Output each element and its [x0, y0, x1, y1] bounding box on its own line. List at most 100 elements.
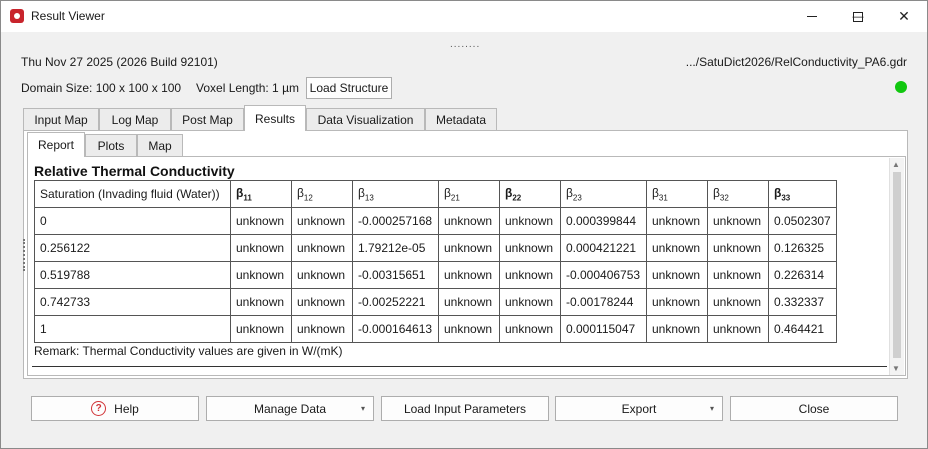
table-row: 1 unknown unknown -0.000164613 unknown u…	[34, 315, 837, 343]
table-cell: unknown	[646, 288, 708, 316]
subtab-map[interactable]: Map	[137, 134, 183, 156]
table-cell: unknown	[646, 315, 708, 343]
table-row: 0.519788 unknown unknown -0.00315651 unk…	[34, 261, 837, 289]
voxel-length-label: Voxel Length: 1 µm	[196, 81, 299, 95]
table-cell: unknown	[291, 261, 353, 289]
tab-results[interactable]: Results	[244, 105, 306, 131]
tab-log-map[interactable]: Log Map	[99, 108, 171, 130]
table-cell: unknown	[438, 261, 500, 289]
table-cell: -0.00178244	[560, 288, 647, 316]
table-cell: unknown	[646, 234, 708, 262]
conductivity-table: Saturation (Invading fluid (Water)) β11 …	[34, 180, 837, 343]
table-cell: unknown	[230, 234, 292, 262]
table-cell: 1	[34, 315, 231, 343]
table-cell: unknown	[499, 288, 561, 316]
table-cell: 0.226314	[768, 261, 837, 289]
export-label: Export	[621, 401, 657, 416]
minimize-button-2[interactable]	[789, 1, 835, 32]
table-cell: unknown	[499, 207, 561, 235]
close-button[interactable]: Close	[730, 396, 898, 421]
column-header: β22	[499, 180, 561, 208]
domain-size-label: Domain Size: 100 x 100 x 100	[21, 81, 182, 95]
load-structure-button[interactable]: Load Structure	[306, 77, 392, 99]
table-cell: unknown	[499, 315, 561, 343]
maximize-icon	[853, 11, 863, 22]
table-cell: -0.00315651	[352, 261, 439, 289]
date-build-label: Thu Nov 27 2025 (2026 Build 92101)	[21, 55, 218, 69]
column-header: β33	[768, 180, 837, 208]
column-header: β21	[438, 180, 500, 208]
report-title: Relative Thermal Conductivity	[34, 163, 235, 179]
table-cell: 0.000115047	[560, 315, 647, 343]
splitter-grip[interactable]: ........	[450, 39, 480, 50]
table-cell: 0.464421	[768, 315, 837, 343]
table-header-row: Saturation (Invading fluid (Water)) β11 …	[34, 180, 837, 208]
divider	[32, 366, 887, 367]
table-cell: unknown	[438, 315, 500, 343]
table-cell: unknown	[230, 261, 292, 289]
tab-input-map[interactable]: Input Map	[23, 108, 99, 130]
scrollbar-thumb[interactable]	[893, 172, 901, 358]
load-input-parameters-button[interactable]: Load Input Parameters	[381, 396, 549, 421]
scroll-up-icon[interactable]: ▲	[892, 160, 900, 169]
table-cell: 0.519788	[34, 261, 231, 289]
tab-data-visualization[interactable]: Data Visualization	[306, 108, 425, 130]
column-header: β32	[707, 180, 769, 208]
subtab-plots[interactable]: Plots	[85, 134, 137, 156]
table-cell: unknown	[230, 207, 292, 235]
manage-data-label: Manage Data	[253, 401, 327, 416]
close-window-button[interactable]: ✕	[881, 1, 927, 32]
table-cell: unknown	[707, 288, 769, 316]
column-header: Saturation (Invading fluid (Water))	[34, 180, 231, 208]
window-title: Result Viewer	[31, 9, 105, 23]
table-cell: 0.256122	[34, 234, 231, 262]
table-cell: unknown	[438, 207, 500, 235]
help-button[interactable]: ? Help	[31, 396, 199, 421]
table-cell: unknown	[499, 261, 561, 289]
units-remark: Remark: Thermal Conductivity values are …	[34, 344, 343, 358]
table-row: 0 unknown unknown -0.000257168 unknown u…	[34, 207, 837, 235]
table-cell: 0.332337	[768, 288, 837, 316]
status-indicator	[895, 81, 907, 93]
table-cell: unknown	[438, 288, 500, 316]
chevron-down-icon: ▾	[709, 404, 714, 413]
table-cell: unknown	[291, 315, 353, 343]
table-cell: -0.000164613	[352, 315, 439, 343]
table-cell: -0.000406753	[560, 261, 647, 289]
scroll-down-icon[interactable]: ▼	[892, 364, 900, 373]
table-cell: unknown	[230, 315, 292, 343]
table-cell: 0.000399844	[560, 207, 647, 235]
subtab-report[interactable]: Report	[27, 132, 85, 157]
result-viewer-window: Result Viewer — ✕ ........ Thu Nov 27 20…	[0, 0, 928, 449]
table-cell: unknown	[646, 261, 708, 289]
table-cell: unknown	[707, 207, 769, 235]
column-header: β13	[352, 180, 439, 208]
table-cell: unknown	[438, 234, 500, 262]
table-cell: unknown	[707, 234, 769, 262]
export-button[interactable]: Export ▾	[555, 396, 723, 421]
table-cell: 0.000421221	[560, 234, 647, 262]
table-cell: 0	[34, 207, 231, 235]
table-cell: 1.79212e-05	[352, 234, 439, 262]
table-cell: unknown	[291, 207, 353, 235]
report-view[interactable]: Relative Thermal Conductivity Saturation…	[32, 159, 889, 374]
side-splitter-grip[interactable]	[23, 239, 27, 271]
close-icon: ✕	[898, 8, 910, 24]
table-cell: unknown	[646, 207, 708, 235]
file-path-label: .../SatuDict2026/RelConductivity_PA6.gdr	[685, 55, 907, 69]
table-cell: unknown	[230, 288, 292, 316]
column-header: β11	[230, 180, 292, 208]
table-cell: 0.742733	[34, 288, 231, 316]
table-cell: unknown	[707, 315, 769, 343]
minimize-icon	[807, 16, 817, 17]
tab-metadata[interactable]: Metadata	[425, 108, 497, 130]
column-header: β31	[646, 180, 708, 208]
table-row: 0.256122 unknown unknown 1.79212e-05 unk…	[34, 234, 837, 262]
maximize-button[interactable]	[835, 1, 881, 32]
app-logo-icon	[10, 9, 24, 23]
table-cell: -0.00252221	[352, 288, 439, 316]
tab-post-map[interactable]: Post Map	[171, 108, 244, 130]
help-label: Help	[114, 401, 139, 416]
manage-data-button[interactable]: Manage Data ▾	[206, 396, 374, 421]
report-scrollbar[interactable]: ▲ ▼	[889, 158, 904, 375]
